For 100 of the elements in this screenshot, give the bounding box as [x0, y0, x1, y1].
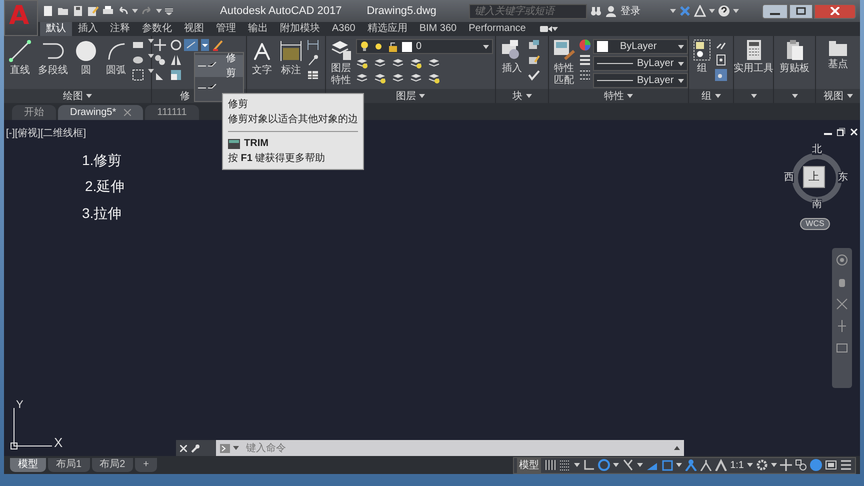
panel-title[interactable]: 修 [180, 88, 190, 104]
undo-icon[interactable] [117, 5, 129, 17]
isolate-objects-icon[interactable] [795, 459, 807, 471]
user-icon[interactable] [605, 5, 618, 17]
caret-icon[interactable] [627, 94, 633, 98]
caret-icon[interactable] [86, 94, 92, 98]
caret-icon[interactable] [148, 39, 154, 43]
ribbon-tab[interactable]: 默认 [40, 22, 72, 36]
annotation-scale-icon[interactable] [715, 459, 728, 471]
caret-icon[interactable] [714, 94, 720, 98]
new-file-icon[interactable] [42, 5, 54, 17]
layer-tool-icon[interactable] [374, 57, 386, 69]
auto-scale-icon[interactable] [700, 459, 712, 471]
trim-dropdown-icon[interactable] [184, 39, 198, 51]
caret-icon[interactable] [637, 463, 644, 467]
binoculars-icon[interactable] [590, 5, 602, 17]
compass-north-label[interactable]: 北 [812, 144, 822, 155]
caret-icon[interactable] [613, 463, 620, 467]
sign-in-link[interactable]: 登录 [620, 4, 640, 18]
panel-title[interactable]: 绘图 [63, 88, 83, 104]
file-tab[interactable]: 开始 [12, 105, 56, 120]
ortho-icon[interactable] [583, 459, 596, 471]
grid-icon[interactable] [544, 459, 556, 471]
ribbon-tab[interactable]: 管理 [210, 22, 242, 36]
caret-icon[interactable] [709, 9, 716, 13]
caret-icon[interactable] [419, 94, 425, 98]
move-arrows-icon[interactable] [154, 39, 166, 51]
group-tool[interactable]: 组 [691, 39, 713, 74]
caret-icon[interactable] [750, 94, 756, 98]
snap-dots-icon[interactable] [559, 459, 572, 471]
text-tool[interactable]: 文字 [249, 39, 275, 76]
caret-icon[interactable] [132, 9, 138, 13]
layout-tab[interactable]: 布局1 [48, 458, 90, 472]
caret-icon[interactable] [747, 463, 753, 467]
customize-menu-icon[interactable] [165, 7, 173, 15]
caret-icon[interactable] [552, 27, 558, 31]
recent-commands-icon[interactable] [674, 446, 680, 450]
ribbon-tab[interactable]: 插入 [72, 22, 104, 36]
caret-icon[interactable] [678, 78, 684, 82]
layer-tool-icon[interactable] [392, 72, 404, 84]
orbit-icon[interactable] [836, 320, 848, 332]
dimension-tool[interactable]: 标注 [277, 39, 305, 76]
ribbon-tab[interactable]: 输出 [242, 22, 274, 36]
pan-hand-icon[interactable] [836, 276, 848, 288]
clean-screen-icon[interactable] [825, 459, 837, 471]
arc-tool[interactable]: 圆弧 [102, 39, 130, 76]
layer-tool-icon[interactable] [410, 57, 422, 69]
layer-tool-icon[interactable] [410, 72, 422, 84]
ribbon-tab[interactable]: 参数化 [136, 22, 178, 36]
table-icon[interactable] [307, 69, 319, 81]
rectangle-icon[interactable] [132, 39, 144, 51]
edit-block-icon[interactable] [528, 54, 540, 66]
ribbon-tab[interactable]: Performance [462, 22, 532, 36]
layer-tool-icon[interactable] [428, 72, 440, 84]
eraser-icon[interactable] [212, 39, 224, 51]
file-tab[interactable]: Drawing5* [58, 105, 144, 120]
close-viewport-icon[interactable] [850, 128, 858, 136]
caret-icon[interactable] [792, 94, 798, 98]
leader-icon[interactable] [307, 54, 319, 66]
mirror-icon[interactable] [170, 54, 182, 66]
close-command-line-icon[interactable] [180, 444, 187, 452]
add-layout-tab[interactable]: + [135, 458, 157, 472]
ribbon-tab[interactable]: A360 [326, 22, 362, 36]
line-tool[interactable]: 直线 [6, 39, 34, 76]
ribbon-tab[interactable]: 视图 [178, 22, 210, 36]
layer-tool-icon[interactable] [392, 57, 404, 69]
lineweight-dropdown[interactable]: ByLayer [593, 56, 688, 71]
base-point-tool[interactable]: 基点 [826, 39, 850, 70]
attribute-check-icon[interactable] [528, 69, 540, 81]
caret-icon[interactable] [846, 94, 852, 98]
polyline-tool[interactable]: 多段线 [36, 39, 70, 76]
linear-dimension-icon[interactable] [307, 39, 319, 51]
compass-west-label[interactable]: 西 [784, 172, 794, 183]
restore-viewport-icon[interactable] [837, 128, 845, 136]
ribbon-tab[interactable]: 附加模块 [274, 22, 326, 36]
caret-icon[interactable] [733, 9, 740, 13]
print-icon[interactable] [102, 5, 114, 17]
annotation-scale-label[interactable]: 1:1 [730, 458, 744, 472]
close-tab-icon[interactable] [124, 109, 132, 116]
showmotion-icon[interactable] [836, 342, 848, 354]
isometric-lines-icon[interactable] [622, 459, 634, 471]
caret-icon[interactable] [676, 463, 682, 467]
caret-icon[interactable] [574, 463, 580, 467]
layout-tab[interactable]: 模型 [10, 458, 46, 472]
compass-east-label[interactable]: 东 [838, 172, 848, 183]
layout-tab[interactable]: 布局2 [92, 458, 134, 472]
file-tab[interactable]: 111111 [145, 105, 199, 120]
annotation-visibility-icon[interactable] [685, 459, 698, 471]
layer-dropdown[interactable]: 0 [356, 39, 493, 54]
trim-menu-item[interactable]: 修剪 [195, 55, 243, 77]
caret-icon[interactable] [148, 69, 154, 73]
ribbon-tab[interactable]: BIM 360 [413, 22, 463, 36]
minimize-button[interactable] [762, 4, 788, 18]
insert-block-tool[interactable]: 插入 [498, 39, 526, 74]
layer-tool-icon[interactable] [374, 72, 386, 84]
viewport-controls-label[interactable]: [-][俯视][二维线框] [6, 126, 86, 141]
caret-icon[interactable] [526, 94, 532, 98]
linetype-icon[interactable] [579, 69, 591, 81]
hatch-icon[interactable] [132, 54, 144, 66]
ribbon-tab[interactable]: 注释 [104, 22, 136, 36]
